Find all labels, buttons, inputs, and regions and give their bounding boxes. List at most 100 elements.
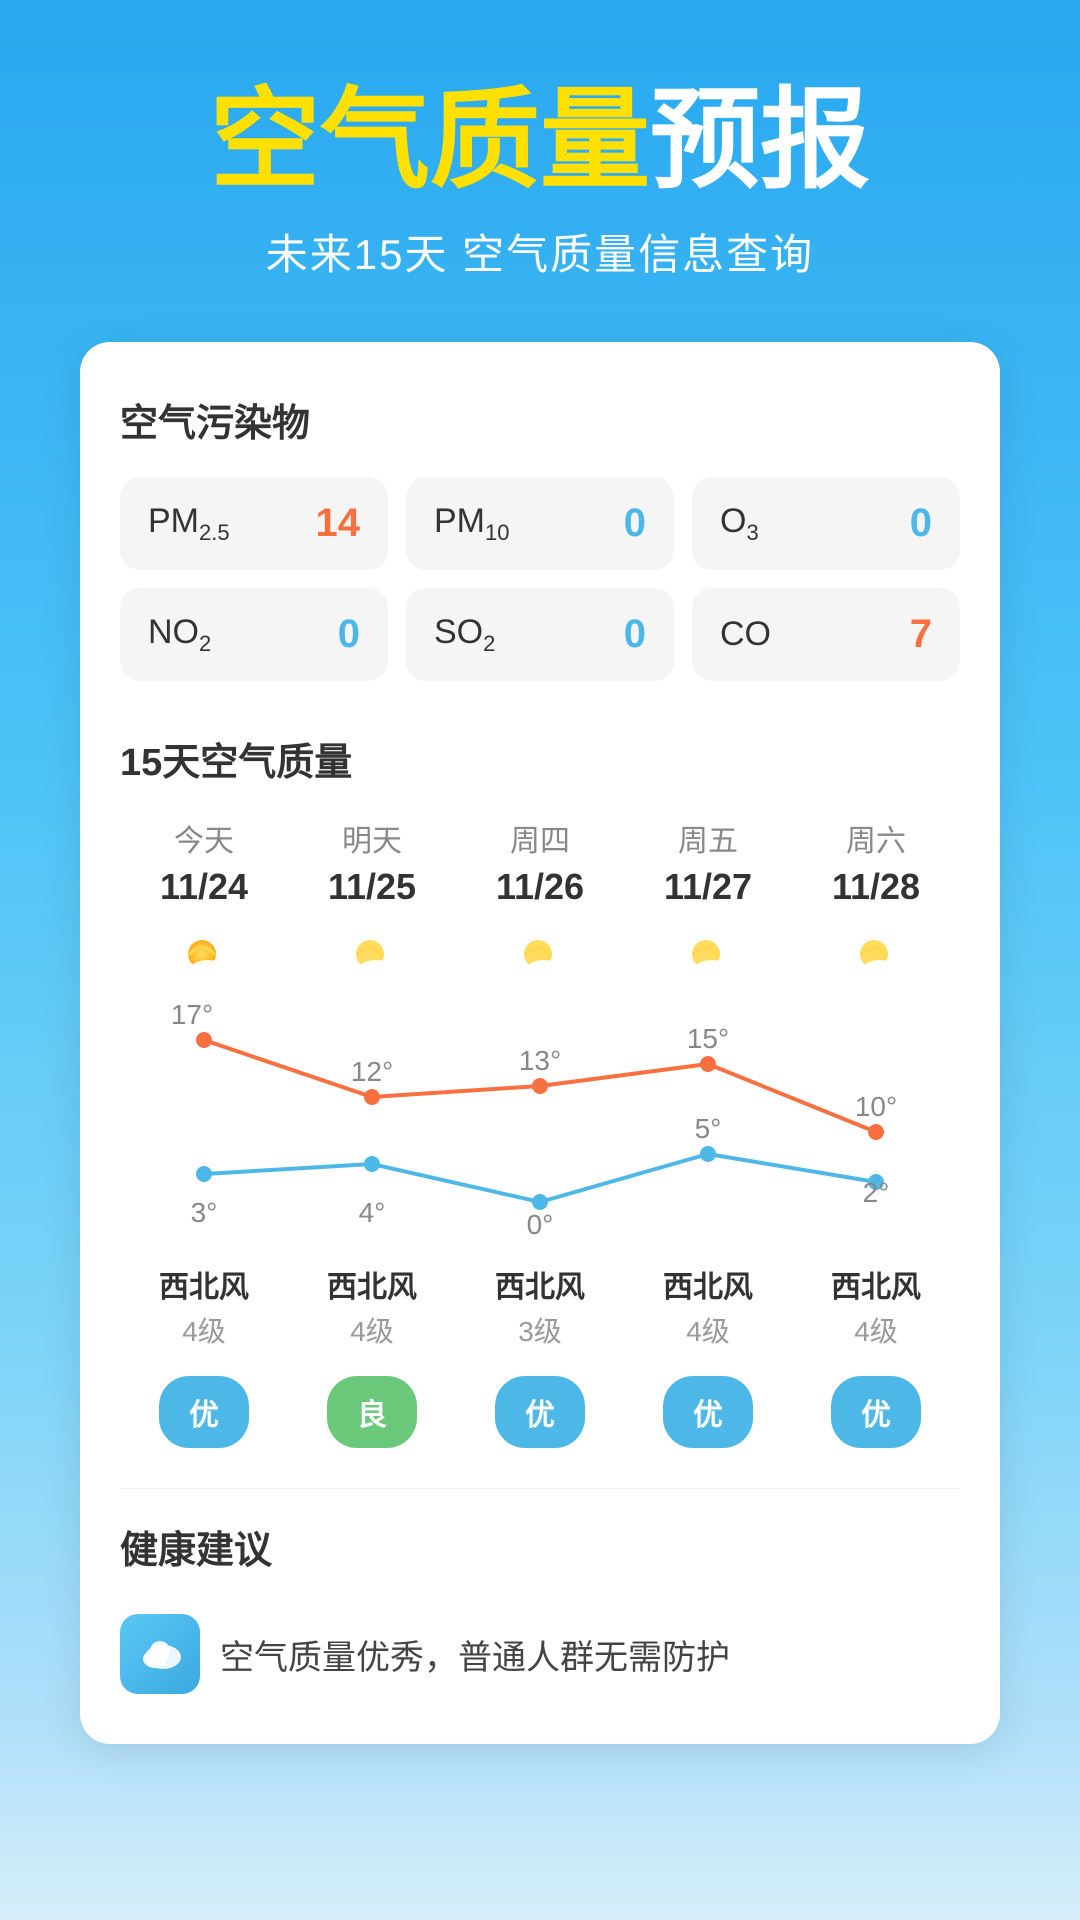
pollutant-pm25: PM2.5 14 — [120, 477, 388, 570]
day-label-2: 周四 — [510, 816, 570, 860]
pollutant-value-pm10: 0 — [624, 501, 646, 546]
quality-badge-wrap-3: 优 — [624, 1376, 792, 1448]
main-title: 空气质量预报 — [210, 80, 870, 201]
weather-icon-1 — [340, 928, 404, 992]
wind-cell-2: 西北风 3级 — [456, 1252, 624, 1360]
day-label-1: 明天 — [342, 816, 402, 860]
pollutant-value-co: 7 — [910, 612, 932, 657]
wind-level-0: 4级 — [182, 1310, 226, 1350]
wind-cell-0: 西北风 4级 — [120, 1252, 288, 1360]
svg-text:12°: 12° — [351, 1056, 393, 1087]
day-date-1: 11/25 — [328, 866, 416, 908]
pollutant-value-o3: 0 — [910, 501, 932, 546]
pollutant-value-so2: 0 — [624, 612, 646, 657]
pollutant-value-no2: 0 — [338, 612, 360, 657]
svg-text:4°: 4° — [359, 1197, 386, 1228]
pollutants-grid: PM2.5 14 PM10 0 O3 0 NO2 0 SO2 0 — [120, 477, 960, 681]
weather-icon-col-3 — [624, 928, 792, 992]
temp-chart-svg: 17° 12° 13° 15° 10° 3° 4° 0° — [120, 1002, 960, 1242]
pollutant-name-co: CO — [720, 615, 771, 654]
cloud-icon — [135, 1629, 185, 1679]
wind-cell-3: 西北风 4级 — [624, 1252, 792, 1360]
quality-badge-0: 优 — [159, 1376, 249, 1448]
main-card: 空气污染物 PM2.5 14 PM10 0 O3 0 NO2 0 — [80, 342, 1000, 1744]
weather-icon-col-4 — [792, 928, 960, 992]
forecast-col-1: 明天 11/25 — [288, 816, 456, 928]
weather-icon-2 — [508, 928, 572, 992]
quality-badge-wrap-1: 良 — [288, 1376, 456, 1448]
weather-icon-0 — [172, 928, 236, 992]
title-yellow: 空气质量 — [210, 79, 650, 202]
pollutant-pm10: PM10 0 — [406, 477, 674, 570]
svg-text:5°: 5° — [695, 1113, 722, 1144]
pollutant-name-o3: O3 — [720, 502, 759, 546]
pollutant-co: CO 7 — [692, 588, 960, 681]
quality-badge-wrap-0: 优 — [120, 1376, 288, 1448]
weather-icons-row — [120, 928, 960, 992]
quality-row: 优 良 优 优 优 — [120, 1376, 960, 1448]
header-section: 空气质量预报 未来15天 空气质量信息查询 — [170, 80, 910, 282]
weather-icon-3 — [676, 928, 740, 992]
quality-badge-2: 优 — [495, 1376, 585, 1448]
wind-level-2: 3级 — [518, 1310, 562, 1350]
svg-text:3°: 3° — [191, 1197, 218, 1228]
wind-level-4: 4级 — [854, 1310, 898, 1350]
svg-text:15°: 15° — [687, 1023, 729, 1054]
day-label-0: 今天 — [174, 816, 234, 860]
wind-direction-0: 西北风 — [159, 1262, 249, 1306]
forecast-section: 15天空气质量 今天 11/24 明天 11/25 周四 11/26 周五 11… — [120, 731, 960, 1448]
pollutant-no2: NO2 0 — [120, 588, 388, 681]
temperature-chart: 17° 12° 13° 15° 10° 3° 4° 0° — [120, 1002, 960, 1242]
quality-badge-wrap-4: 优 — [792, 1376, 960, 1448]
pollutant-name-pm10: PM10 — [434, 502, 509, 546]
wind-cell-1: 西北风 4级 — [288, 1252, 456, 1360]
svg-text:2°: 2° — [863, 1177, 890, 1208]
day-date-4: 11/28 — [832, 866, 920, 908]
svg-text:17°: 17° — [171, 1002, 213, 1030]
health-title: 健康建议 — [120, 1519, 960, 1574]
quality-badge-1: 良 — [327, 1376, 417, 1448]
forecast-col-0: 今天 11/24 — [120, 816, 288, 928]
wind-direction-4: 西北风 — [831, 1262, 921, 1306]
subtitle: 未来15天 空气质量信息查询 — [210, 221, 870, 282]
forecast-title: 15天空气质量 — [120, 731, 960, 786]
svg-text:0°: 0° — [527, 1209, 554, 1240]
weather-icon-col-1 — [288, 928, 456, 992]
title-white: 预报 — [650, 79, 870, 202]
day-date-0: 11/24 — [160, 866, 248, 908]
pollutant-name-pm25: PM2.5 — [148, 502, 230, 546]
quality-badge-4: 优 — [831, 1376, 921, 1448]
pollutant-so2: SO2 0 — [406, 588, 674, 681]
pollutant-name-no2: NO2 — [148, 613, 211, 657]
weather-icon-4 — [844, 928, 908, 992]
day-date-2: 11/26 — [496, 866, 584, 908]
forecast-col-3: 周五 11/27 — [624, 816, 792, 928]
health-section: 健康建议 空气质量优秀，普通人群无需防护 — [120, 1488, 960, 1704]
wind-level-3: 4级 — [686, 1310, 730, 1350]
forecast-header-grid: 今天 11/24 明天 11/25 周四 11/26 周五 11/27 周六 — [120, 816, 960, 928]
day-label-4: 周六 — [846, 816, 906, 860]
pollutant-name-so2: SO2 — [434, 613, 495, 657]
forecast-col-2: 周四 11/26 — [456, 816, 624, 928]
day-label-3: 周五 — [678, 816, 738, 860]
quality-badge-wrap-2: 优 — [456, 1376, 624, 1448]
svg-text:10°: 10° — [855, 1091, 897, 1122]
wind-row: 西北风 4级 西北风 4级 西北风 3级 西北风 4级 西北风 4级 — [120, 1252, 960, 1360]
wind-level-1: 4级 — [350, 1310, 394, 1350]
day-date-3: 11/27 — [664, 866, 752, 908]
pollutants-title: 空气污染物 — [120, 392, 960, 447]
wind-direction-3: 西北风 — [663, 1262, 753, 1306]
weather-icon-col-0 — [120, 928, 288, 992]
health-advice: 空气质量优秀，普通人群无需防护 — [220, 1630, 730, 1679]
weather-icon-col-2 — [456, 928, 624, 992]
health-icon — [120, 1614, 200, 1694]
health-row: 空气质量优秀，普通人群无需防护 — [120, 1604, 960, 1704]
forecast-col-4: 周六 11/28 — [792, 816, 960, 928]
pollutant-value-pm25: 14 — [316, 501, 361, 546]
wind-cell-4: 西北风 4级 — [792, 1252, 960, 1360]
wind-direction-1: 西北风 — [327, 1262, 417, 1306]
pollutant-o3: O3 0 — [692, 477, 960, 570]
svg-text:13°: 13° — [519, 1045, 561, 1076]
wind-direction-2: 西北风 — [495, 1262, 585, 1306]
quality-badge-3: 优 — [663, 1376, 753, 1448]
